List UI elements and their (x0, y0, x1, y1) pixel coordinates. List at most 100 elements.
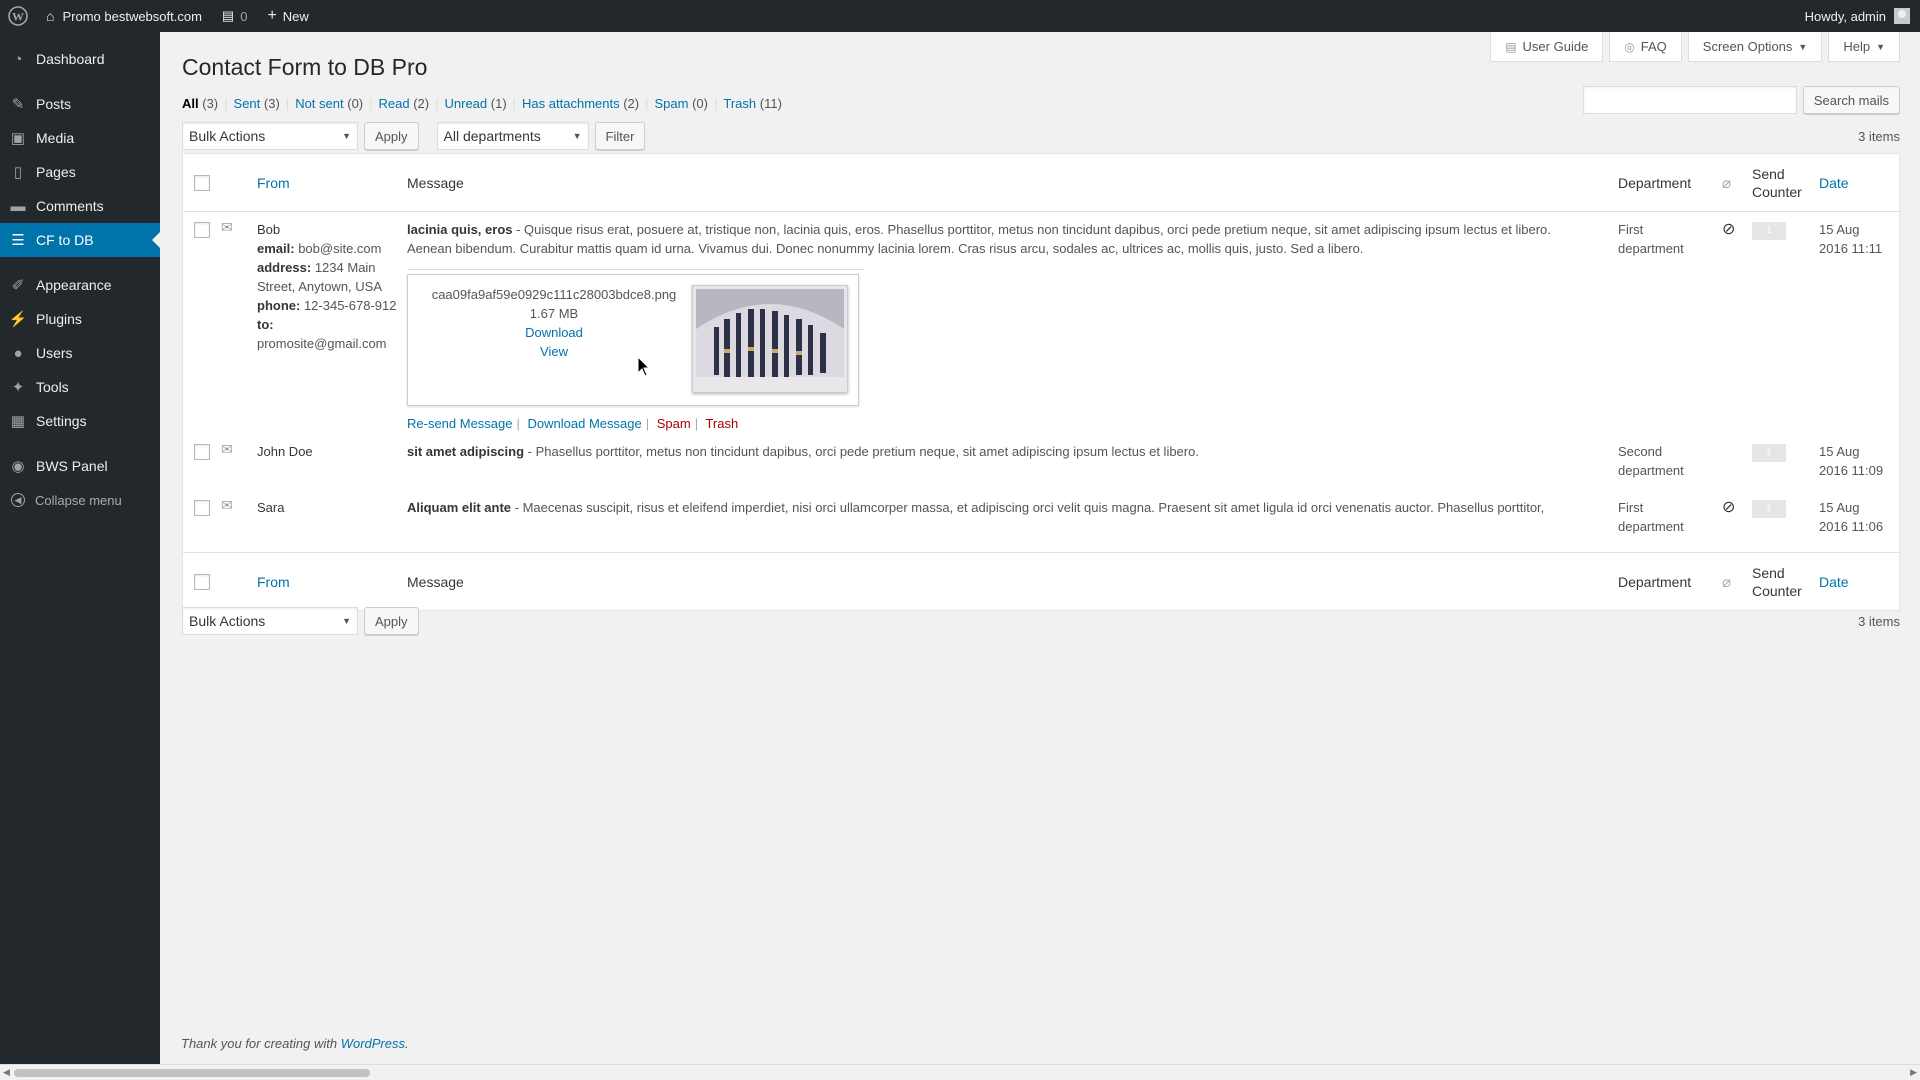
sidebar-item-tools[interactable]: ✦ Tools (0, 370, 160, 404)
departments-value: All departments (443, 128, 541, 144)
message-body: - Phasellus porttitor, metus non tincidu… (524, 444, 1199, 459)
svg-text:W: W (12, 10, 24, 24)
sidebar-item-settings[interactable]: ▦ Settings (0, 404, 160, 438)
view-filters: All (3) | Sent (3) | Not sent (0) | Read (2… (182, 96, 782, 111)
caret-down-icon: ▼ (1798, 41, 1808, 52)
bulk-actions-value: Bulk Actions (189, 128, 266, 144)
sidebar-item-users[interactable]: ● Users (0, 336, 160, 370)
trash-link[interactable]: Trash (705, 416, 738, 431)
from-cell: John Doe (249, 434, 405, 461)
attachment-box: caa09fa9af59e0929c111c28003bdce8.png 1.6… (407, 269, 864, 406)
brush-icon: ✐ (11, 277, 25, 294)
bulk-actions-value: Bulk Actions (189, 613, 266, 629)
row-checkbox[interactable] (194, 222, 210, 238)
sort-from-link-bottom[interactable]: From (257, 574, 290, 590)
comments-count: 0 (240, 8, 248, 24)
bulk-actions-select[interactable]: Bulk Actions ▼ (182, 122, 358, 150)
view-has-attachments[interactable]: Has attachments (2) (522, 96, 639, 111)
sidebar-item-cf-to-db[interactable]: ☰ CF to DB (0, 223, 160, 257)
collapse-menu-button[interactable]: ◀ Collapse menu (0, 483, 160, 517)
sidebar-item-media[interactable]: ▣ Media (0, 121, 160, 155)
view-spam[interactable]: Spam (0) (655, 96, 708, 111)
sender-name: Bob (257, 222, 281, 237)
attachment-view-link[interactable]: View (540, 344, 568, 359)
wrench-icon: ✦ (11, 379, 25, 396)
department-column-footer: Department (1618, 573, 1692, 590)
attachment-download-link[interactable]: Download (525, 325, 583, 340)
sidebar-item-label: CF to DB (36, 232, 94, 248)
settings-icon: ▦ (10, 413, 26, 430)
wordpress-link[interactable]: WordPress (341, 1036, 405, 1051)
sidebar-item-label: Comments (36, 198, 104, 214)
sidebar-item-dashboard[interactable]: ◔ Dashboard (0, 42, 160, 76)
scroll-left-icon[interactable]: ◀ (3, 1067, 10, 1078)
view-not-sent[interactable]: Not sent (0) (295, 96, 363, 111)
screen-options-tab[interactable]: Screen Options ▼ (1687, 32, 1823, 62)
scroll-right-icon[interactable]: ▶ (1910, 1067, 1917, 1078)
message-body: - Quisque risus erat, posuere at, tristi… (407, 222, 1551, 256)
sidebar-item-appearance[interactable]: ✐ Appearance (0, 268, 160, 302)
sidebar-item-comments[interactable]: ▬ Comments (0, 189, 160, 223)
faq-tab[interactable]: ◎ FAQ (1609, 32, 1682, 62)
sidebar-item-pages[interactable]: ▯ Pages (0, 155, 160, 189)
date-cell: 15 Aug 2016 11:09 (1819, 444, 1884, 478)
table-row[interactable]: ✉ Bob email: bob@site.com address: 1234 … (183, 212, 1899, 434)
message-body: - Maecenas suscipit, risus et eleifend i… (511, 500, 1545, 515)
select-all-checkbox[interactable] (194, 174, 210, 191)
search-mails-button[interactable]: Search mails (1802, 86, 1900, 114)
departments-select[interactable]: All departments ▼ (436, 122, 589, 150)
table-row[interactable]: ✉ John Doe sit amet adipiscing - Phasell… (183, 434, 1899, 490)
comment-bubble-icon: ▤ (221, 8, 235, 23)
collapse-label: Collapse menu (35, 492, 122, 508)
department-cell: First department (1618, 500, 1684, 534)
view-all[interactable]: All (3) (182, 96, 218, 111)
view-sent[interactable]: Sent (3) (234, 96, 280, 111)
comments-link[interactable]: ▤ 0 (212, 0, 258, 32)
row-checkbox[interactable] (194, 500, 210, 516)
department-cell: Second department (1618, 444, 1684, 478)
database-icon: ☰ (11, 232, 25, 249)
sort-from-link[interactable]: From (257, 175, 290, 191)
resend-message-link[interactable]: Re-send Message (407, 416, 513, 431)
paperclip-icon: ⊘ (1722, 221, 1736, 238)
row-checkbox[interactable] (194, 444, 210, 460)
account-menu[interactable]: Howdy, admin (1795, 0, 1920, 32)
view-unread[interactable]: Unread (1) (445, 96, 507, 111)
apply-button[interactable]: Apply (364, 122, 419, 150)
send-counter-badge: 1 (1752, 500, 1786, 518)
sort-date-link-bottom[interactable]: Date (1819, 574, 1849, 590)
scrollbar-thumb[interactable] (14, 1069, 370, 1077)
tablenav-bottom: Bulk Actions ▼ Apply 3 items (182, 607, 1900, 635)
table-row[interactable]: ✉ Sara Aliquam elit ante - Maecenas susc… (183, 490, 1899, 552)
department-cell: First department (1618, 222, 1684, 256)
view-trash[interactable]: Trash (11) (723, 96, 782, 111)
pin-icon: ✎ (11, 96, 25, 113)
new-content-link[interactable]: + New (257, 0, 318, 32)
avatar (1894, 8, 1910, 24)
horizontal-scrollbar[interactable]: ◀ ▶ (0, 1064, 1920, 1080)
sidebar-item-plugins[interactable]: ⚡ Plugins (0, 302, 160, 336)
pages-icon: ▯ (13, 164, 23, 181)
sort-date-link[interactable]: Date (1819, 175, 1849, 191)
wordpress-logo-icon[interactable]: W (0, 0, 36, 32)
sidebar-item-bws-panel[interactable]: ◉ BWS Panel (0, 449, 160, 483)
site-name-link[interactable]: ⌂ Promo bestwebsoft.com (36, 0, 212, 32)
download-message-link[interactable]: Download Message (528, 416, 642, 431)
paperclip-icon: ⌀ (1722, 573, 1732, 591)
select-all-checkbox-bottom[interactable] (194, 573, 210, 590)
spam-link[interactable]: Spam (657, 416, 691, 431)
table-footer: From Message Department ⌀ Send Counter Da… (183, 552, 1899, 610)
filter-button[interactable]: Filter (594, 122, 646, 150)
sender-phone: 12-345-678-912 (303, 298, 397, 313)
apply-button-bottom[interactable]: Apply (364, 607, 419, 635)
search-input[interactable] (1582, 86, 1797, 114)
attachment-thumbnail[interactable] (692, 285, 848, 393)
user-guide-tab[interactable]: ▤ User Guide (1490, 32, 1604, 62)
user-guide-label: User Guide (1522, 39, 1589, 54)
attachment-size: 1.67 MB (529, 306, 579, 321)
help-tab[interactable]: Help ▼ (1828, 32, 1900, 62)
view-read[interactable]: Read (2) (379, 96, 430, 111)
bulk-actions-select-bottom[interactable]: Bulk Actions ▼ (182, 607, 358, 635)
caret-down-icon: ▼ (1876, 41, 1885, 52)
sidebar-item-posts[interactable]: ✎ Posts (0, 87, 160, 121)
